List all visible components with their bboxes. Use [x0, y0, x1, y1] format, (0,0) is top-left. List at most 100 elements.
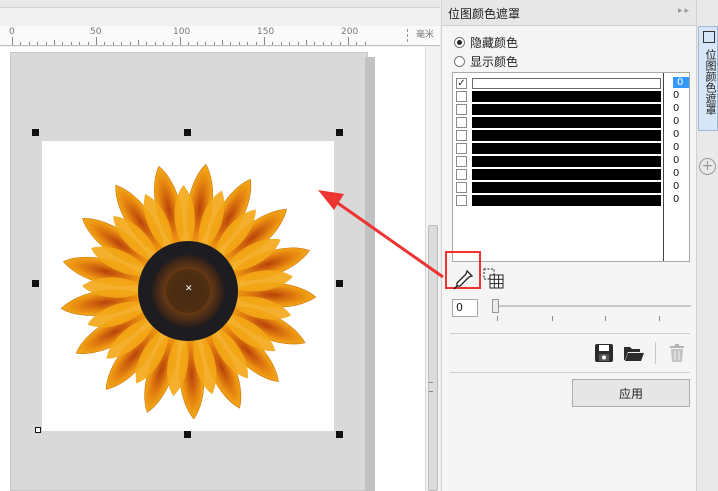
color-list-row[interactable]: 0: [453, 181, 689, 194]
color-row-checkbox[interactable]: [456, 195, 467, 206]
toolbar-separator: [655, 342, 656, 364]
selection-handle-ml[interactable]: [32, 280, 39, 287]
ruler-tick: [264, 37, 265, 45]
selection-handle-tm[interactable]: [184, 129, 191, 136]
ruler-tick: [28, 42, 30, 45]
ruler-tick: [238, 42, 240, 45]
color-row-tolerance: 0: [673, 155, 680, 166]
ruler-label-0: 0: [9, 27, 15, 37]
ruler-tick: [20, 42, 22, 45]
color-list-row[interactable]: ✓ 0: [453, 77, 689, 90]
color-list-row[interactable]: 0: [453, 194, 689, 207]
canvas-vertical-scrollbar[interactable]: [425, 47, 440, 491]
color-row-tolerance: 0: [673, 90, 680, 101]
ruler-tick: [37, 42, 39, 45]
ruler-tick: [121, 42, 123, 45]
color-row-swatch[interactable]: [472, 143, 661, 154]
color-row-checkbox[interactable]: ✓: [456, 78, 467, 89]
tab-bitmap-color-mask[interactable]: 位图颜色遮罩: [698, 26, 718, 131]
slider-tick: [552, 316, 553, 321]
show-color-radio[interactable]: [454, 56, 465, 67]
ruler-tick: [331, 42, 333, 45]
ruler-tick: [62, 42, 64, 45]
color-row-tolerance: 0: [673, 181, 680, 192]
ruler-tick: [96, 37, 97, 45]
ruler-tick: [348, 37, 349, 45]
drawing-canvas[interactable]: ✕: [0, 47, 425, 491]
divider-bottom: [450, 372, 690, 373]
color-row-checkbox[interactable]: [456, 156, 467, 167]
selection-handle-bm[interactable]: [184, 431, 191, 438]
color-row-tolerance: 0: [673, 142, 680, 153]
divider-top: [450, 333, 690, 334]
selection-handle-bl[interactable]: [35, 427, 41, 433]
ruler-tick: [314, 42, 316, 45]
selection-handle-mr[interactable]: [336, 280, 343, 287]
selection-handle-tr[interactable]: [336, 129, 343, 136]
ruler-tick: [12, 37, 13, 45]
ruler-label-200: 200: [341, 27, 359, 37]
eyedropper-tool[interactable]: [451, 268, 475, 292]
color-row-swatch[interactable]: [472, 78, 661, 89]
scrollbar-thumb[interactable]: [428, 225, 438, 491]
tolerance-input[interactable]: 0: [452, 299, 478, 317]
color-row-swatch[interactable]: [472, 156, 661, 167]
color-row-tolerance: 0: [673, 103, 680, 114]
color-list-row[interactable]: 0: [453, 168, 689, 181]
ruler-tick: [196, 42, 198, 45]
eyedropper-icon: [453, 269, 474, 290]
ruler-tick: [54, 40, 55, 45]
hide-color-option[interactable]: 隐藏颜色: [454, 34, 518, 51]
color-row-checkbox[interactable]: [456, 104, 467, 115]
color-row-swatch[interactable]: [472, 169, 661, 180]
app-root: 0 50 100 150 200 毫米 ✕ 位图颜色遮罩 ▸▸ 隐藏颜色 显示颜…: [0, 0, 718, 491]
color-list-row[interactable]: 0: [453, 90, 689, 103]
docker-header: 位图颜色遮罩 ▸▸: [442, 0, 697, 26]
color-row-swatch[interactable]: [472, 182, 661, 193]
color-list-row[interactable]: 0: [453, 103, 689, 116]
delete-mask-button[interactable]: [667, 343, 687, 363]
hide-color-radio[interactable]: [454, 37, 465, 48]
color-row-checkbox[interactable]: [456, 117, 467, 128]
page-shadow: [365, 57, 375, 491]
mask-color-list[interactable]: ✓ 0 0 0 0 0 0 0 0 0 0: [452, 72, 690, 262]
hide-color-label: 隐藏颜色: [470, 36, 519, 50]
color-list-row[interactable]: 0: [453, 129, 689, 142]
ruler-unit: 毫米: [415, 30, 434, 40]
ruler-tick: [171, 42, 173, 45]
add-docker-plus-icon[interactable]: +: [699, 158, 716, 175]
color-row-tolerance: 0: [673, 77, 689, 88]
color-list-row[interactable]: 0: [453, 116, 689, 129]
color-row-checkbox[interactable]: [456, 130, 467, 141]
color-list-row[interactable]: 0: [453, 155, 689, 168]
color-grid-select-tool[interactable]: [483, 268, 505, 290]
apply-button[interactable]: 应用: [572, 379, 690, 407]
selection-handle-br[interactable]: [336, 431, 343, 438]
tab-bitmap-color-mask-label: 位图颜色遮罩: [704, 49, 717, 115]
ruler-tick: [146, 42, 148, 45]
color-row-swatch[interactable]: [472, 104, 661, 115]
save-mask-button[interactable]: [594, 343, 614, 363]
open-mask-button[interactable]: [623, 343, 644, 363]
ruler-guide-mark: [407, 29, 408, 42]
show-color-option[interactable]: 显示颜色: [454, 53, 518, 70]
bitmap-image[interactable]: ✕: [42, 141, 334, 431]
color-row-checkbox[interactable]: [456, 169, 467, 180]
color-row-swatch[interactable]: [472, 117, 661, 128]
ruler-tick: [154, 42, 156, 45]
mask-tab-icon: [703, 31, 715, 43]
tolerance-slider-thumb[interactable]: [492, 299, 499, 313]
docker-expand-icon[interactable]: ▸▸: [678, 6, 691, 16]
color-row-checkbox[interactable]: [456, 143, 467, 154]
ruler-label-50: 50: [90, 27, 102, 37]
color-row-swatch[interactable]: [472, 130, 661, 141]
color-row-swatch[interactable]: [472, 195, 661, 206]
slider-tick: [659, 316, 660, 321]
color-row-checkbox[interactable]: [456, 182, 467, 193]
selection-handle-tl[interactable]: [32, 129, 39, 136]
color-list-row[interactable]: 0: [453, 142, 689, 155]
color-row-swatch[interactable]: [472, 91, 661, 102]
color-row-checkbox[interactable]: [456, 91, 467, 102]
bitmap-color-mask-docker: 位图颜色遮罩 ▸▸ 隐藏颜色 显示颜色 ✓ 0 0 0 0 0 0 0 0 0 0: [441, 0, 697, 491]
tolerance-slider-track[interactable]: [494, 305, 691, 307]
